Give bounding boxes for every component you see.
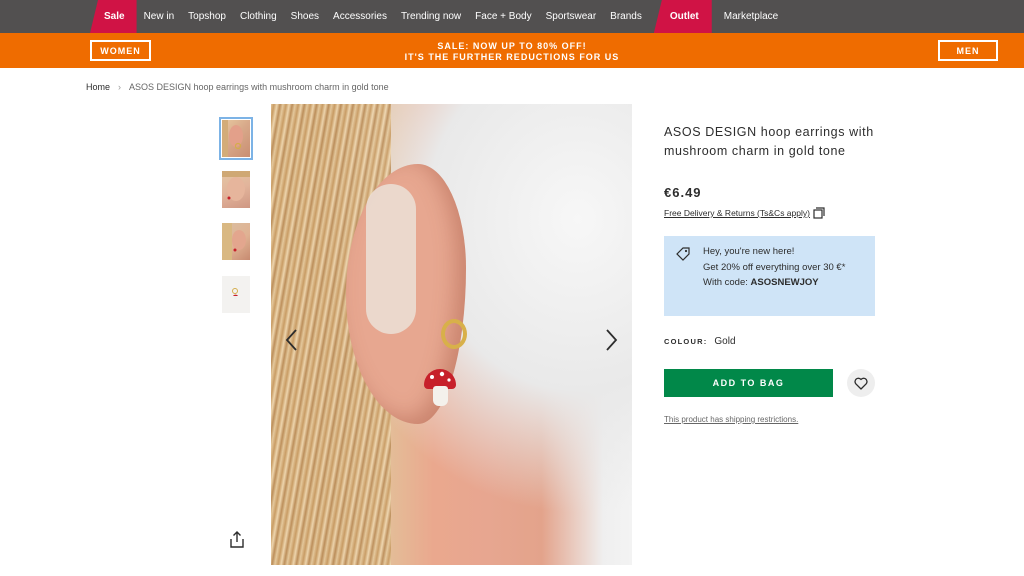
share-button[interactable] (229, 531, 245, 549)
add-to-bag-button[interactable]: ADD TO BAG (664, 369, 833, 397)
thumbnail-image (222, 120, 243, 157)
promo-line-1: SALE: NOW UP TO 80% OFF! (437, 41, 587, 51)
thumbnail-2[interactable] (222, 171, 250, 208)
thumbnail-image (222, 171, 250, 201)
promo-code-line: With code: ASOSNEWJOY (703, 275, 868, 291)
thumbnail-1[interactable] (219, 117, 253, 160)
nav-item-sportswear[interactable]: Sportswear (539, 0, 604, 33)
thumbnail-image (232, 288, 238, 299)
image-ear-device (366, 184, 416, 334)
promo-line-2: IT'S THE FURTHER REDUCTIONS FOR US (404, 52, 620, 62)
colour-label: COLOUR: (664, 337, 708, 346)
new-customer-promo: Hey, you're new here! Get 20% off everyt… (664, 236, 875, 316)
shipping-restrictions-link[interactable]: This product has shipping restrictions. (664, 415, 798, 424)
image-hoop (441, 319, 467, 349)
promo-text: Hey, you're new here! Get 20% off everyt… (703, 244, 868, 291)
previous-image-button[interactable] (282, 327, 302, 353)
thumbnail-3[interactable] (222, 223, 250, 260)
promo-greeting: Hey, you're new here! (703, 246, 795, 257)
chevron-left-icon (285, 329, 297, 351)
nav-item-outlet[interactable]: Outlet (653, 0, 712, 33)
heart-icon (854, 377, 868, 390)
nav-item-new-in[interactable]: New in (137, 0, 182, 33)
nav-item-shoes[interactable]: Shoes (284, 0, 326, 33)
nav-item-accessories[interactable]: Accessories (326, 0, 394, 33)
thumbnail-4[interactable] (222, 276, 250, 313)
breadcrumb-home[interactable]: Home (86, 82, 110, 92)
image-mushroom-stem (433, 386, 448, 406)
promo-code: ASOSNEWJOY (750, 277, 819, 288)
colour-value: Gold (714, 336, 736, 347)
top-navigation: Sale New in Topshop Clothing Shoes Acces… (0, 0, 1024, 33)
nav-item-brands[interactable]: Brands (603, 0, 649, 33)
chevron-right-icon (606, 329, 618, 351)
promo-code-prefix: With code: (703, 277, 751, 288)
nav-item-trending-now[interactable]: Trending now (394, 0, 468, 33)
breadcrumb-current: ASOS DESIGN hoop earrings with mushroom … (129, 82, 389, 92)
product-main-image (271, 104, 632, 565)
nav-item-sale[interactable]: Sale (90, 0, 137, 33)
colour-selector: COLOUR: Gold (664, 336, 736, 347)
promo-message[interactable]: SALE: NOW UP TO 80% OFF! IT'S THE FURTHE… (0, 41, 1024, 63)
delivery-label: Free Delivery & Returns (Ts&Cs apply) (664, 208, 810, 218)
delivery-link[interactable]: Free Delivery & Returns (Ts&Cs apply) (664, 207, 825, 219)
share-icon (230, 531, 244, 548)
nav-item-face-body[interactable]: Face + Body (468, 0, 538, 33)
price-tag-icon (676, 247, 690, 261)
save-for-later-button[interactable] (847, 369, 875, 397)
nav-item-topshop[interactable]: Topshop (181, 0, 233, 33)
product-title: ASOS DESIGN hoop earrings with mushroom … (664, 125, 874, 158)
promo-banner: WOMEN SALE: NOW UP TO 80% OFF! IT'S THE … (0, 33, 1024, 68)
thumbnail-image (222, 223, 246, 260)
nav-item-marketplace[interactable]: Marketplace (717, 0, 785, 33)
men-button[interactable]: MEN (938, 40, 998, 61)
breadcrumb: Home › ASOS DESIGN hoop earrings with mu… (86, 82, 389, 92)
nav-item-clothing[interactable]: Clothing (233, 0, 284, 33)
copy-icon (813, 207, 825, 219)
promo-offer: Get 20% off everything over 30 €* (703, 261, 846, 273)
next-image-button[interactable] (601, 327, 621, 353)
breadcrumb-separator: › (118, 82, 122, 92)
product-price: €6.49 (664, 185, 702, 200)
